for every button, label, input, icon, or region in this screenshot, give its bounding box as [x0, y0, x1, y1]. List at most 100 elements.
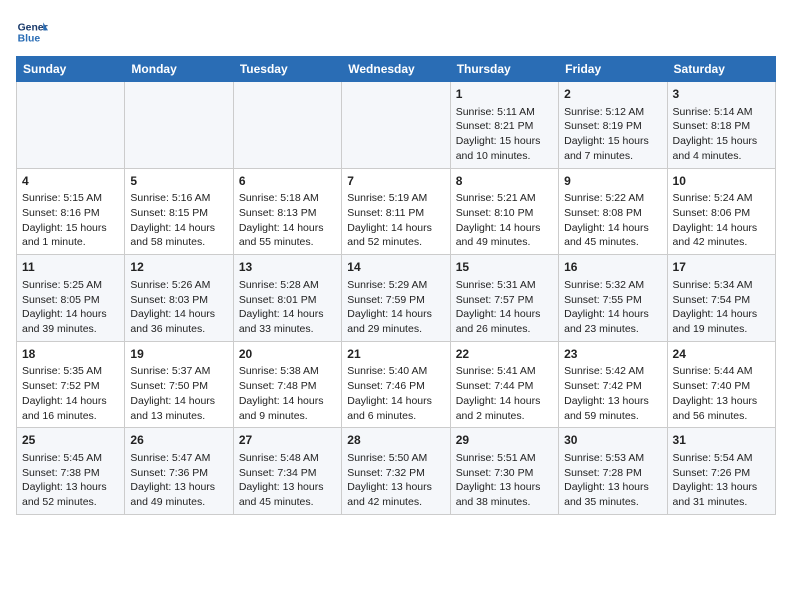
day-info: Daylight: 13 hours: [22, 480, 119, 495]
day-info: Sunset: 7:46 PM: [347, 379, 444, 394]
week-row-1: 1Sunrise: 5:11 AMSunset: 8:21 PMDaylight…: [17, 82, 776, 169]
day-info: and 49 minutes.: [130, 495, 227, 510]
calendar-cell: 11Sunrise: 5:25 AMSunset: 8:05 PMDayligh…: [17, 255, 125, 342]
day-info: Sunset: 7:59 PM: [347, 293, 444, 308]
calendar-cell: [125, 82, 233, 169]
day-info: Sunset: 8:06 PM: [673, 206, 770, 221]
day-info: Daylight: 14 hours: [239, 221, 336, 236]
calendar-cell: 1Sunrise: 5:11 AMSunset: 8:21 PMDaylight…: [450, 82, 558, 169]
day-number: 21: [347, 346, 444, 363]
day-info: Daylight: 14 hours: [130, 221, 227, 236]
day-info: Sunrise: 5:34 AM: [673, 278, 770, 293]
day-info: and 4 minutes.: [673, 149, 770, 164]
day-info: Sunrise: 5:45 AM: [22, 451, 119, 466]
day-number: 24: [673, 346, 770, 363]
day-info: Sunrise: 5:47 AM: [130, 451, 227, 466]
day-number: 14: [347, 259, 444, 276]
calendar-cell: 15Sunrise: 5:31 AMSunset: 7:57 PMDayligh…: [450, 255, 558, 342]
day-info: Daylight: 13 hours: [456, 480, 553, 495]
calendar-cell: 18Sunrise: 5:35 AMSunset: 7:52 PMDayligh…: [17, 341, 125, 428]
day-info: Daylight: 13 hours: [347, 480, 444, 495]
day-info: Sunset: 7:42 PM: [564, 379, 661, 394]
week-row-3: 11Sunrise: 5:25 AMSunset: 8:05 PMDayligh…: [17, 255, 776, 342]
day-header-monday: Monday: [125, 57, 233, 82]
calendar-cell: [17, 82, 125, 169]
day-info: Daylight: 14 hours: [347, 307, 444, 322]
day-info: and 49 minutes.: [456, 235, 553, 250]
day-info: and 10 minutes.: [456, 149, 553, 164]
day-info: Daylight: 14 hours: [456, 307, 553, 322]
day-info: Sunset: 8:10 PM: [456, 206, 553, 221]
day-info: and 7 minutes.: [564, 149, 661, 164]
day-info: Sunrise: 5:15 AM: [22, 191, 119, 206]
day-info: Daylight: 13 hours: [130, 480, 227, 495]
calendar-cell: 19Sunrise: 5:37 AMSunset: 7:50 PMDayligh…: [125, 341, 233, 428]
day-number: 26: [130, 432, 227, 449]
day-info: Sunset: 8:13 PM: [239, 206, 336, 221]
day-info: Sunrise: 5:37 AM: [130, 364, 227, 379]
day-header-saturday: Saturday: [667, 57, 775, 82]
day-info: Sunrise: 5:40 AM: [347, 364, 444, 379]
day-info: Sunset: 8:05 PM: [22, 293, 119, 308]
day-info: Daylight: 14 hours: [239, 394, 336, 409]
logo-icon: General Blue: [16, 16, 48, 48]
day-info: Sunset: 7:34 PM: [239, 466, 336, 481]
calendar-cell: 29Sunrise: 5:51 AMSunset: 7:30 PMDayligh…: [450, 428, 558, 515]
day-info: Sunrise: 5:25 AM: [22, 278, 119, 293]
calendar-cell: 5Sunrise: 5:16 AMSunset: 8:15 PMDaylight…: [125, 168, 233, 255]
day-info: Sunrise: 5:11 AM: [456, 105, 553, 120]
calendar-cell: 4Sunrise: 5:15 AMSunset: 8:16 PMDaylight…: [17, 168, 125, 255]
calendar-cell: 16Sunrise: 5:32 AMSunset: 7:55 PMDayligh…: [559, 255, 667, 342]
day-info: Daylight: 14 hours: [673, 221, 770, 236]
day-info: and 38 minutes.: [456, 495, 553, 510]
day-header-thursday: Thursday: [450, 57, 558, 82]
day-info: Sunset: 8:19 PM: [564, 119, 661, 134]
calendar-cell: 24Sunrise: 5:44 AMSunset: 7:40 PMDayligh…: [667, 341, 775, 428]
day-info: Daylight: 13 hours: [239, 480, 336, 495]
day-info: and 42 minutes.: [673, 235, 770, 250]
day-info: Sunrise: 5:35 AM: [22, 364, 119, 379]
day-info: Sunrise: 5:41 AM: [456, 364, 553, 379]
day-number: 8: [456, 173, 553, 190]
calendar-cell: 6Sunrise: 5:18 AMSunset: 8:13 PMDaylight…: [233, 168, 341, 255]
calendar-cell: 25Sunrise: 5:45 AMSunset: 7:38 PMDayligh…: [17, 428, 125, 515]
calendar-table: SundayMondayTuesdayWednesdayThursdayFrid…: [16, 56, 776, 515]
day-info: Sunrise: 5:22 AM: [564, 191, 661, 206]
day-info: Sunset: 7:50 PM: [130, 379, 227, 394]
day-info: Sunset: 7:32 PM: [347, 466, 444, 481]
day-info: Sunset: 7:30 PM: [456, 466, 553, 481]
day-info: and 45 minutes.: [564, 235, 661, 250]
day-number: 30: [564, 432, 661, 449]
day-info: and 59 minutes.: [564, 409, 661, 424]
day-info: Sunrise: 5:26 AM: [130, 278, 227, 293]
day-info: Daylight: 14 hours: [564, 307, 661, 322]
calendar-cell: [233, 82, 341, 169]
day-number: 13: [239, 259, 336, 276]
calendar-cell: 22Sunrise: 5:41 AMSunset: 7:44 PMDayligh…: [450, 341, 558, 428]
day-info: and 9 minutes.: [239, 409, 336, 424]
day-header-wednesday: Wednesday: [342, 57, 450, 82]
calendar-cell: 8Sunrise: 5:21 AMSunset: 8:10 PMDaylight…: [450, 168, 558, 255]
day-info: Daylight: 13 hours: [673, 480, 770, 495]
day-number: 17: [673, 259, 770, 276]
day-number: 28: [347, 432, 444, 449]
day-info: Sunrise: 5:32 AM: [564, 278, 661, 293]
day-number: 2: [564, 86, 661, 103]
day-info: and 16 minutes.: [22, 409, 119, 424]
day-info: Daylight: 14 hours: [673, 307, 770, 322]
day-info: Daylight: 15 hours: [456, 134, 553, 149]
day-info: Sunset: 7:52 PM: [22, 379, 119, 394]
day-info: and 19 minutes.: [673, 322, 770, 337]
day-info: and 42 minutes.: [347, 495, 444, 510]
day-number: 19: [130, 346, 227, 363]
calendar-cell: 13Sunrise: 5:28 AMSunset: 8:01 PMDayligh…: [233, 255, 341, 342]
day-number: 6: [239, 173, 336, 190]
day-number: 18: [22, 346, 119, 363]
day-info: Daylight: 15 hours: [22, 221, 119, 236]
calendar-cell: 17Sunrise: 5:34 AMSunset: 7:54 PMDayligh…: [667, 255, 775, 342]
day-info: Sunset: 8:11 PM: [347, 206, 444, 221]
day-info: Sunset: 7:36 PM: [130, 466, 227, 481]
logo: General Blue: [16, 16, 52, 48]
days-header-row: SundayMondayTuesdayWednesdayThursdayFrid…: [17, 57, 776, 82]
day-info: and 26 minutes.: [456, 322, 553, 337]
